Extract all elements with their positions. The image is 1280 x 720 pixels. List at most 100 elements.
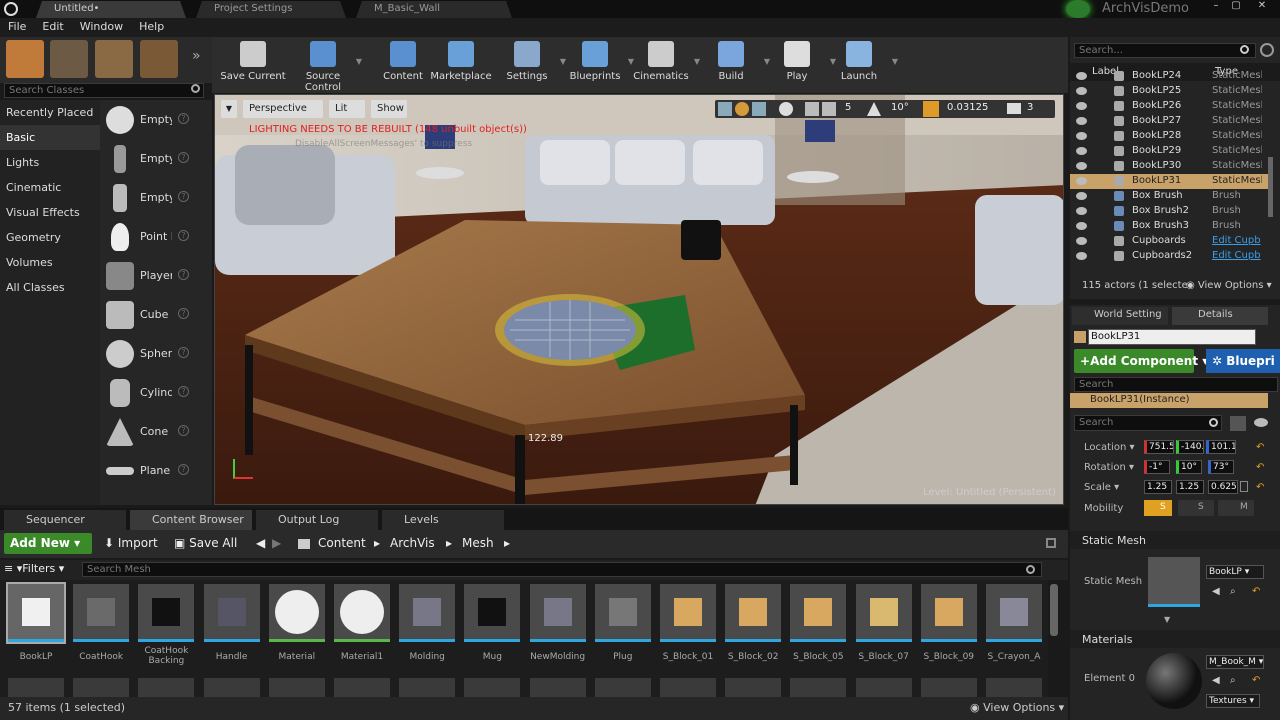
rotation-z-field[interactable]: 73° xyxy=(1208,460,1234,474)
category-all-classes[interactable]: All Classes xyxy=(0,275,100,300)
materials-section[interactable]: Materials xyxy=(1070,630,1280,648)
asset-thumbnail[interactable] xyxy=(660,678,716,697)
settings-button[interactable]: Settings ▼ xyxy=(492,40,566,90)
reset-rotation-icon[interactable]: ↶ xyxy=(1256,462,1264,473)
asset-thumbnail[interactable] xyxy=(73,678,130,697)
grid-snap-icon[interactable] xyxy=(822,102,836,116)
category-visual-effects[interactable]: Visual Effects xyxy=(0,200,100,225)
asset-thumbnail[interactable] xyxy=(138,584,195,642)
help-icon[interactable]: ? xyxy=(178,269,189,280)
asset-thumbnail[interactable] xyxy=(334,678,390,697)
asset-thumbnail[interactable] xyxy=(920,584,977,642)
place-item-cube[interactable]: Cube? xyxy=(100,295,212,334)
tab-sequencer[interactable]: Sequencer xyxy=(4,510,126,530)
asset-thumbnail[interactable] xyxy=(399,678,456,697)
visibility-eye-icon[interactable] xyxy=(1076,147,1087,155)
outliner-search-input[interactable]: Search... xyxy=(1074,43,1256,58)
import-button[interactable]: ⬇ Import xyxy=(104,532,158,550)
outliner-row[interactable]: BookLP25 StaticMesh xyxy=(1070,84,1268,99)
forward-button[interactable]: ▶ xyxy=(272,532,281,550)
menu-window[interactable]: Window xyxy=(72,18,131,33)
visibility-eye-icon[interactable] xyxy=(1076,102,1087,110)
asset-thumbnail[interactable] xyxy=(529,678,586,697)
place-mode-icon[interactable] xyxy=(6,40,44,78)
asset-thumbnail[interactable] xyxy=(986,678,1042,697)
browse-icon[interactable]: ⌕ xyxy=(1230,675,1236,686)
launch-button[interactable]: Launch ▼ xyxy=(824,40,898,90)
browse-icon[interactable]: ⌕ xyxy=(1230,586,1236,597)
minimize-button[interactable]: – xyxy=(1208,0,1224,12)
outliner-row[interactable]: Cupboards Edit Cupb xyxy=(1070,234,1268,249)
surface-snap-icon[interactable] xyxy=(805,102,819,116)
place-item-point-light[interactable]: Point L? xyxy=(100,217,212,256)
asset-thumbnail[interactable] xyxy=(399,584,456,642)
help-icon[interactable]: ? xyxy=(178,230,189,241)
path-content[interactable]: Content xyxy=(318,532,366,550)
visibility-eye-icon[interactable] xyxy=(1076,207,1087,215)
scale-snap-value[interactable]: 0.03125 xyxy=(947,102,988,113)
help-icon[interactable]: ? xyxy=(178,152,189,163)
outliner-row[interactable]: Box Brush Brush xyxy=(1070,189,1268,204)
place-item-plane[interactable]: Plane? xyxy=(100,451,212,490)
more-modes-icon[interactable]: » xyxy=(192,48,201,64)
asset-thumbnail[interactable] xyxy=(594,678,651,697)
asset-thumbnail[interactable] xyxy=(725,678,782,697)
rotation-x-field[interactable]: -1° xyxy=(1144,460,1170,474)
mobility-movable-button[interactable]: M xyxy=(1218,500,1254,516)
tab-content-browser[interactable]: Content Browser xyxy=(130,510,252,530)
category-lights[interactable]: Lights xyxy=(0,150,100,175)
asset-thumbnail[interactable] xyxy=(790,584,847,642)
tab-untitled[interactable]: Untitled• xyxy=(36,1,186,18)
help-icon[interactable]: ? xyxy=(178,347,189,358)
mobility-stationary-button[interactable]: S xyxy=(1178,500,1214,516)
material-thumbnail[interactable] xyxy=(1146,653,1202,709)
details-search-input[interactable]: Search xyxy=(1074,415,1222,431)
outliner-row[interactable]: BookLP27 StaticMesh xyxy=(1070,114,1268,129)
view-options-button[interactable]: ◉ View Options ▾ xyxy=(970,701,1064,714)
tab-output-log[interactable]: Output Log xyxy=(256,510,378,530)
place-item-cone[interactable]: Cone? xyxy=(100,412,212,451)
scale-snap-icon[interactable] xyxy=(923,101,939,117)
asset-thumbnail[interactable] xyxy=(986,584,1042,642)
add-new-button[interactable]: Add New ▾ xyxy=(4,533,92,554)
place-item-empty-actor[interactable]: Empty? xyxy=(100,100,212,139)
build-button[interactable]: Build ▼ xyxy=(696,40,770,90)
asset-thumbnail[interactable] xyxy=(268,678,325,697)
outliner-row[interactable]: BookLP29 StaticMesh xyxy=(1070,144,1268,159)
visibility-eye-icon[interactable] xyxy=(1076,72,1087,80)
outliner-row[interactable]: Cupboards2 Edit Cupb xyxy=(1070,249,1268,264)
asset-thumbnail[interactable] xyxy=(73,584,130,642)
search-classes-input[interactable]: Search Classes xyxy=(4,83,204,98)
property-matrix-icon[interactable] xyxy=(1230,416,1246,431)
outliner-row[interactable]: BookLP31 StaticMesh xyxy=(1070,174,1268,189)
asset-thumbnail[interactable] xyxy=(8,678,64,697)
actor-type[interactable]: Edit Cupb xyxy=(1212,235,1262,246)
place-item-empty-character[interactable]: Empty? xyxy=(100,139,212,178)
visibility-eye-icon[interactable] xyxy=(1254,418,1268,427)
visibility-eye-icon[interactable] xyxy=(1076,192,1087,200)
place-item-empty-pawn[interactable]: Empty? xyxy=(100,178,212,217)
place-item-sphere[interactable]: Sphere? xyxy=(100,334,212,373)
location-label[interactable]: Location ▾ xyxy=(1084,442,1135,453)
lock-icon[interactable] xyxy=(1046,538,1056,548)
reset-mesh-icon[interactable]: ↶ xyxy=(1252,586,1260,597)
asset-thumbnail[interactable] xyxy=(790,678,847,697)
location-z-field[interactable]: 101.1 xyxy=(1206,440,1236,454)
rotation-label[interactable]: Rotation ▾ xyxy=(1084,462,1134,473)
category-cinematic[interactable]: Cinematic xyxy=(0,175,100,200)
camera-speed-value[interactable]: 3 xyxy=(1027,102,1033,113)
scale-y-field[interactable]: 1.25 xyxy=(1176,480,1204,494)
help-icon[interactable]: ? xyxy=(178,425,189,436)
dropdown-arrow-icon[interactable]: ▼ xyxy=(356,57,362,66)
outliner-row[interactable]: BookLP26 StaticMesh xyxy=(1070,99,1268,114)
save-current-button[interactable]: Save Current xyxy=(218,40,288,90)
static-mesh-section[interactable]: Static Mesh xyxy=(1070,531,1280,549)
perspective-button[interactable]: Perspective xyxy=(243,100,323,118)
asset-thumbnail[interactable] xyxy=(725,584,782,642)
asset-thumbnail[interactable] xyxy=(138,678,195,697)
menu-file[interactable]: File xyxy=(0,18,34,33)
asset-thumbnail[interactable] xyxy=(920,678,977,697)
level-viewport[interactable]: ▼ Perspective Lit Show 5 10° 0.03125 3 L… xyxy=(214,94,1064,505)
scale-lock-icon[interactable] xyxy=(1240,481,1248,492)
outliner-scrollbar[interactable] xyxy=(1268,157,1273,217)
